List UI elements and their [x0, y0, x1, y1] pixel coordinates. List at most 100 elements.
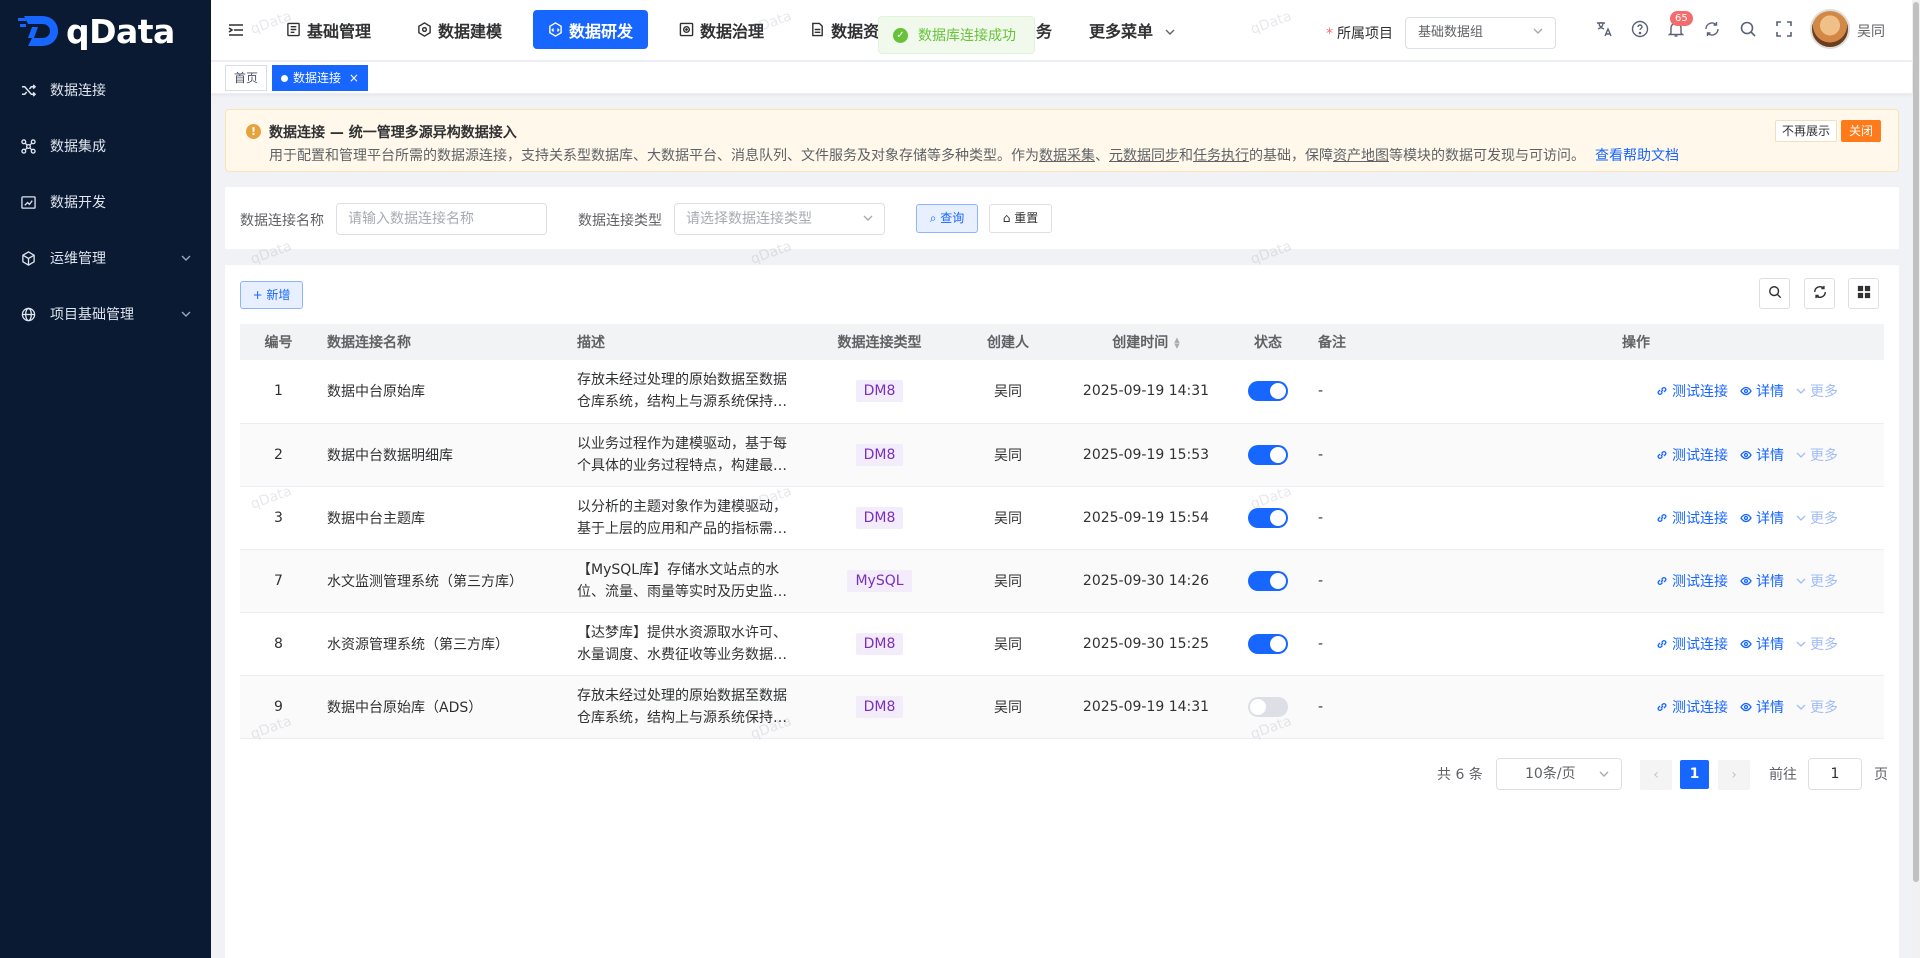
- more-actions-button[interactable]: 更多: [1796, 571, 1838, 591]
- page-scrollbar[interactable]: [1912, 0, 1920, 958]
- help-doc-link[interactable]: 查看帮助文档: [1595, 148, 1679, 164]
- logo[interactable]: qData: [0, 0, 211, 62]
- connection-list-card: + 新增 编号 数据连接名称 描述 数据连接类型 创建人 创建时间 ▲ ▼ 状态 备…: [225, 265, 1899, 958]
- row-remark: -: [1308, 612, 1388, 676]
- row-description: 【MySQL库】存储水文站点的水位、流量、雨量等实时及历史监测数据: [577, 561, 787, 600]
- test-connection-button[interactable]: 测试连接: [1656, 634, 1728, 654]
- status-toggle[interactable]: [1248, 696, 1288, 717]
- top-nav-data-modeling[interactable]: 数据建模: [402, 10, 517, 49]
- goto-page-input[interactable]: 1: [1808, 758, 1862, 790]
- column-settings-button[interactable]: [1848, 278, 1879, 309]
- next-page-button[interactable]: ›: [1718, 760, 1750, 790]
- current-page-button[interactable]: 1: [1680, 760, 1709, 789]
- page-suffix-label: 页: [1874, 767, 1888, 783]
- more-menu-dropdown[interactable]: 更多菜单: [1089, 18, 1175, 42]
- tag-data-connection[interactable]: 数据连接 ×: [272, 65, 368, 91]
- row-id: 9: [240, 675, 317, 739]
- detail-button[interactable]: 详情: [1740, 381, 1784, 401]
- toggle-search-button[interactable]: [1759, 278, 1790, 309]
- grid-icon: [1857, 285, 1871, 303]
- table-row: 8 水资源管理系统（第三方库） 【达梦库】提供水资源取水许可、水量调度、水费征收等业…: [240, 612, 1884, 676]
- sidebar-item-data-development[interactable]: 数据开发: [0, 174, 211, 230]
- file-icon: [810, 22, 825, 37]
- eye-icon: [1740, 385, 1752, 397]
- info-notice: ! 数据连接 — 统一管理多源异构数据接入 用于配置和管理平台所需的数据源连接，…: [225, 109, 1899, 172]
- refresh-icon[interactable]: [1702, 19, 1722, 39]
- top-nav-partial-label: 务: [1036, 22, 1053, 41]
- sort-caret-icon[interactable]: ▲ ▼: [1174, 337, 1179, 350]
- project-select[interactable]: 基础数据组: [1405, 17, 1556, 49]
- test-connection-button[interactable]: 测试连接: [1656, 508, 1728, 528]
- link-data-collection[interactable]: 数据采集: [1039, 148, 1095, 164]
- search-icon[interactable]: [1738, 19, 1758, 39]
- status-toggle[interactable]: [1248, 507, 1288, 528]
- test-connection-button[interactable]: 测试连接: [1656, 571, 1728, 591]
- row-status-cell: [1228, 612, 1308, 676]
- globe-icon: [20, 306, 36, 322]
- more-actions-button[interactable]: 更多: [1796, 445, 1838, 465]
- chevron-left-icon: ‹: [1653, 767, 1659, 783]
- help-icon[interactable]: [1630, 19, 1650, 39]
- top-nav-data-governance[interactable]: 数据治理: [664, 10, 779, 49]
- link-asset-map[interactable]: 资产地图: [1333, 148, 1389, 164]
- avatar[interactable]: [1810, 9, 1850, 49]
- more-actions-button[interactable]: 更多: [1796, 634, 1838, 654]
- sidebar-item-ops-management[interactable]: 运维管理: [0, 230, 211, 286]
- top-nav-basic-management[interactable]: 基础管理: [271, 10, 386, 49]
- no-show-button[interactable]: 不再展示: [1775, 120, 1838, 142]
- chevron-right-icon: ›: [1731, 767, 1737, 783]
- detail-button[interactable]: 详情: [1740, 634, 1784, 654]
- close-icon[interactable]: ×: [349, 71, 359, 85]
- chevron-down-icon: [863, 204, 873, 234]
- tag-home[interactable]: 首页: [225, 65, 268, 91]
- menu-fold-icon[interactable]: [227, 21, 245, 43]
- more-actions-button[interactable]: 更多: [1796, 381, 1838, 401]
- add-button[interactable]: + 新增: [240, 281, 303, 309]
- name-filter-input[interactable]: 请输入数据连接名称: [336, 203, 547, 235]
- detail-button[interactable]: 详情: [1740, 508, 1784, 528]
- top-nav-data-development[interactable]: 数据研发: [533, 10, 649, 49]
- notice-title: 数据连接 — 统一管理多源异构数据接入: [269, 125, 517, 141]
- row-desc-cell: 【达梦库】提供水资源取水许可、水量调度、水费征收等业务数据支撑: [567, 612, 807, 676]
- test-connection-button[interactable]: 测试连接: [1656, 697, 1728, 717]
- status-toggle[interactable]: [1248, 633, 1288, 654]
- prev-page-button[interactable]: ‹: [1640, 760, 1672, 790]
- sidebar-item-label: 运维管理: [50, 251, 106, 267]
- sidebar-item-data-connection[interactable]: 数据连接: [0, 62, 211, 118]
- scrollbar-thumb[interactable]: [1913, 2, 1919, 882]
- sidebar-item-project-basics[interactable]: 项目基础管理: [0, 286, 211, 342]
- reset-button[interactable]: ⌂ 重置: [989, 204, 1052, 233]
- row-ops-cell: 测试连接 详情 更多: [1388, 423, 1884, 487]
- refresh-table-button[interactable]: [1804, 278, 1835, 309]
- status-toggle[interactable]: [1248, 570, 1288, 591]
- row-status-cell: [1228, 675, 1308, 739]
- link-metadata-sync[interactable]: 元数据同步: [1109, 148, 1179, 164]
- detail-button[interactable]: 详情: [1740, 571, 1784, 591]
- row-status-cell: [1228, 549, 1308, 613]
- status-toggle[interactable]: [1248, 444, 1288, 465]
- table-row: 1数据中台原始库存放未经过处理的原始数据至数据仓库系统，结构上与源系统保持一致 D…: [240, 360, 1884, 424]
- detail-button[interactable]: 详情: [1740, 445, 1784, 465]
- more-actions-button[interactable]: 更多: [1796, 508, 1838, 528]
- column-header-sortable[interactable]: 创建时间 ▲ ▼: [1064, 324, 1228, 360]
- test-connection-button[interactable]: 测试连接: [1656, 381, 1728, 401]
- test-connection-button[interactable]: 测试连接: [1656, 445, 1728, 465]
- fullscreen-icon[interactable]: [1774, 19, 1794, 39]
- cube-icon: [20, 250, 36, 266]
- close-notice-button[interactable]: 关闭: [1841, 120, 1882, 142]
- type-filter-select[interactable]: 请选择数据连接类型: [674, 203, 885, 235]
- user-name[interactable]: 吴同: [1857, 21, 1885, 41]
- row-desc-cell: 以业务过程作为建模驱动，基于每个具体的业务过程特点，构建最细粒度的明细层事实表: [567, 423, 807, 487]
- top-nav-label: 基础管理: [307, 21, 372, 41]
- detail-button[interactable]: 详情: [1740, 697, 1784, 717]
- row-ops-cell: 测试连接 详情 更多: [1388, 360, 1884, 424]
- row-remark: -: [1308, 423, 1388, 487]
- page-size-select[interactable]: 10条/页: [1496, 758, 1622, 790]
- query-button[interactable]: ⌕ 查询: [916, 204, 978, 233]
- more-actions-button[interactable]: 更多: [1796, 697, 1838, 717]
- sidebar-item-data-integration[interactable]: 数据集成: [0, 118, 211, 174]
- row-id: 2: [240, 423, 317, 487]
- status-toggle[interactable]: [1248, 381, 1288, 402]
- link-task-execution[interactable]: 任务执行: [1193, 148, 1249, 164]
- translate-icon[interactable]: [1594, 19, 1614, 39]
